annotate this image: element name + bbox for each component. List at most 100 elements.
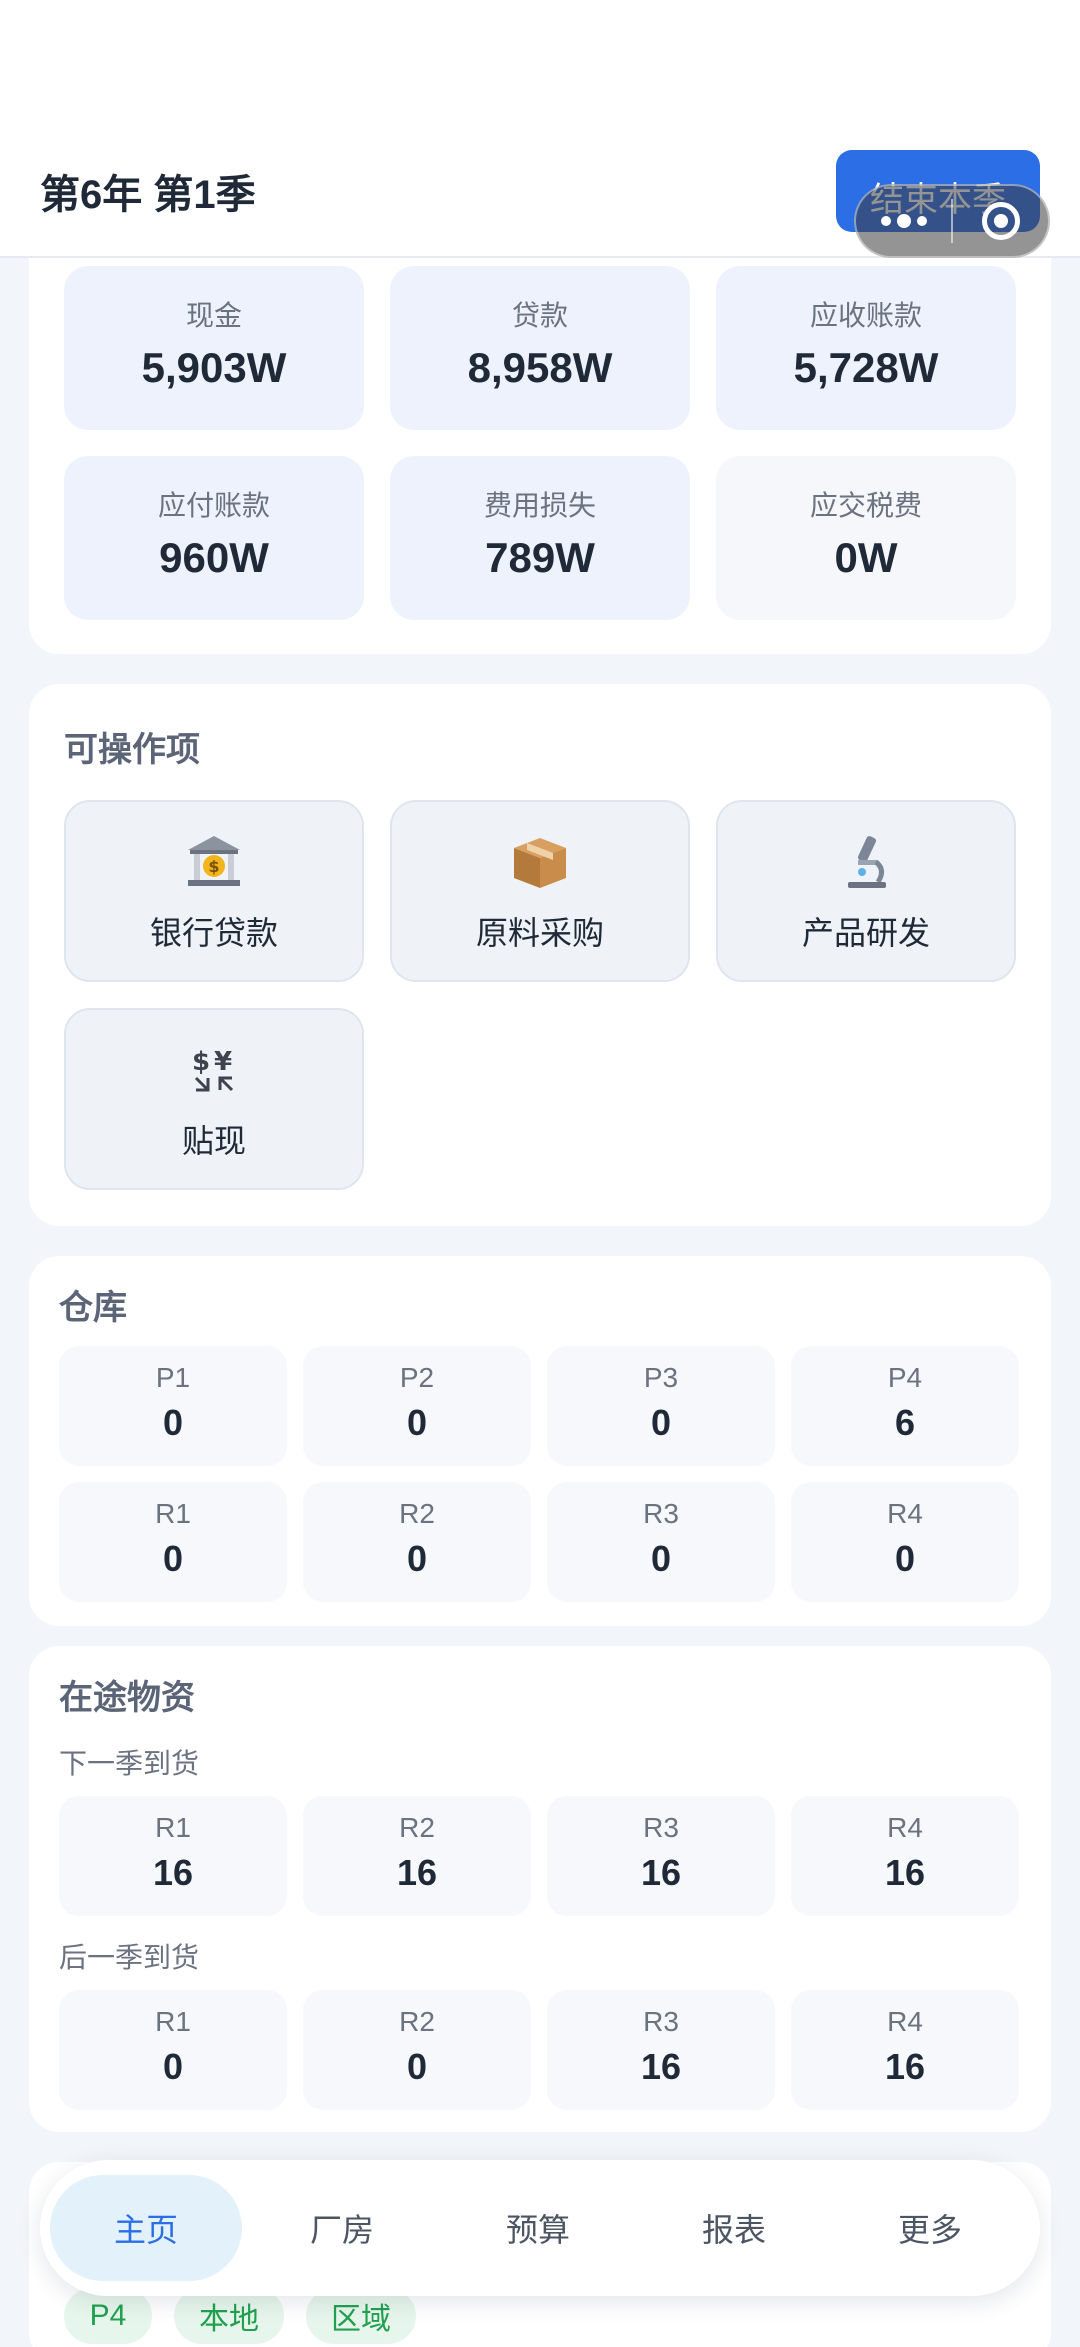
cell-value: 16: [640, 1852, 682, 1893]
warehouse-card: 仓库 P1 0 P2 0 P3 0 P4 6 R1 0 R2 0 R3 0 R4…: [29, 1256, 1051, 1626]
transit-next-r4: R4 16: [791, 1796, 1019, 1916]
tax-payable-tile: 应交税费 0W: [716, 456, 1016, 620]
expense-loss-tile: 费用损失 789W: [390, 456, 690, 620]
svg-text:$: $: [208, 857, 219, 876]
cell-label: R2: [399, 1812, 435, 1843]
cell-label: R2: [399, 1498, 435, 1529]
after-next-season-label: 后一季到货: [59, 1942, 200, 1973]
cell-label: R3: [643, 1498, 679, 1529]
stock-cell-p1: P1 0: [59, 1346, 287, 1466]
payables-tile: 应付账款 960W: [64, 456, 364, 620]
transit-next-r3: R3 16: [547, 1796, 775, 1916]
svg-text:$: $: [192, 1047, 210, 1077]
tile-label: 费用损失: [483, 490, 596, 521]
cell-value: 16: [152, 1852, 194, 1893]
stock-cell-p4: P4 6: [791, 1346, 1019, 1466]
bottom-tab-bar: 主页 厂房 预算 报表 更多: [40, 2160, 1040, 2296]
cell-label: R4: [887, 1498, 923, 1529]
more-menu-button[interactable]: [856, 186, 951, 256]
stock-cell-p2: P2 0: [303, 1346, 531, 1466]
tile-label: 应收账款: [809, 300, 922, 331]
action-label: 贴现: [181, 1123, 246, 1159]
loan-tile: 贷款 8,958W: [390, 266, 690, 430]
tile-value: 5,903W: [141, 344, 287, 391]
microscope-icon: [718, 832, 1014, 892]
material-purchase-button[interactable]: 原料采购: [390, 800, 690, 982]
cell-value: 0: [894, 1538, 916, 1579]
miniprogram-capsule: [854, 184, 1050, 258]
discount-button[interactable]: $ ¥ 贴现: [64, 1008, 364, 1190]
cell-value: 0: [406, 1402, 428, 1443]
bank-loan-button[interactable]: $ 银行贷款: [64, 800, 364, 982]
cell-label: P2: [399, 1362, 435, 1393]
cell-value: 16: [884, 1852, 926, 1893]
in-transit-title: 在途物资: [59, 1679, 195, 1717]
page-title: 第6年 第1季: [40, 173, 256, 217]
cell-label: P4: [887, 1362, 923, 1393]
transit-after-r1: R1 0: [59, 1990, 287, 2110]
cell-label: R1: [155, 1812, 191, 1843]
tab-budget[interactable]: 预算: [442, 2175, 634, 2281]
cash-tile: 现金 5,903W: [64, 266, 364, 430]
currency-exchange-icon: $ ¥: [66, 1040, 362, 1100]
stock-cell-p3: P3 0: [547, 1346, 775, 1466]
cell-value: 0: [162, 1402, 184, 1443]
transit-after-r4: R4 16: [791, 1990, 1019, 2110]
tile-label: 贷款: [511, 300, 568, 331]
cell-value: 0: [650, 1538, 672, 1579]
cell-label: P3: [643, 1362, 679, 1393]
tab-factory[interactable]: 厂房: [246, 2175, 438, 2281]
cell-label: R3: [643, 1812, 679, 1843]
tab-more[interactable]: 更多: [834, 2175, 1026, 2281]
tile-value: 960W: [159, 534, 269, 581]
tile-label: 应付账款: [157, 490, 270, 521]
stock-cell-r1: R1 0: [59, 1482, 287, 1602]
action-label: 产品研发: [801, 915, 930, 951]
cell-label: R4: [887, 1812, 923, 1843]
tile-label: 现金: [185, 300, 242, 331]
tag-product: P4: [64, 2288, 152, 2344]
cell-value: 0: [650, 1402, 672, 1443]
actions-card: 可操作项 $ 银行贷款 原料采购 产品研发 $ ¥ 贴现: [29, 684, 1051, 1226]
tile-value: 0W: [834, 534, 898, 581]
tab-home[interactable]: 主页: [50, 2175, 242, 2281]
more-dots-icon: [880, 214, 927, 228]
cell-value: 0: [406, 1538, 428, 1579]
stock-cell-r4: R4 0: [791, 1482, 1019, 1602]
receivables-tile: 应收账款 5,728W: [716, 266, 1016, 430]
tag-regional-market: 区域: [306, 2288, 416, 2344]
svg-text:¥: ¥: [214, 1047, 232, 1077]
cell-value: 16: [884, 2046, 926, 2087]
cell-label: R3: [643, 2006, 679, 2037]
close-miniprogram-button[interactable]: [953, 186, 1048, 256]
cell-value: 16: [640, 2046, 682, 2087]
tile-label: 应交税费: [809, 490, 922, 521]
package-icon: [392, 832, 688, 892]
cell-label: R1: [155, 1498, 191, 1529]
bank-icon: $: [66, 832, 362, 892]
next-season-label: 下一季到货: [59, 1748, 200, 1779]
action-label: 银行贷款: [149, 915, 278, 951]
transit-after-r2: R2 0: [303, 1990, 531, 2110]
actions-title: 可操作项: [64, 731, 200, 769]
top-header: 第6年 第1季 结束本季: [0, 0, 1080, 258]
in-transit-card: 在途物资 下一季到货 R1 16 R2 16 R3 16 R4 16 后一季到货…: [29, 1646, 1051, 2132]
target-icon: [981, 202, 1020, 240]
cell-label: R1: [155, 2006, 191, 2037]
cell-label: P1: [155, 1362, 191, 1393]
finance-summary-card: 现金 5,903W 贷款 8,958W 应收账款 5,728W 应付账款 960…: [29, 200, 1051, 654]
stock-cell-r3: R3 0: [547, 1482, 775, 1602]
tile-value: 789W: [485, 534, 595, 581]
transit-after-r3: R3 16: [547, 1990, 775, 2110]
tile-value: 5,728W: [793, 344, 939, 391]
product-rd-button[interactable]: 产品研发: [716, 800, 1016, 982]
tag-local-market: 本地: [174, 2288, 284, 2344]
tab-reports[interactable]: 报表: [638, 2175, 830, 2281]
transit-next-r2: R2 16: [303, 1796, 531, 1916]
cell-value: 0: [162, 2046, 184, 2087]
cell-label: R4: [887, 2006, 923, 2037]
stock-cell-r2: R2 0: [303, 1482, 531, 1602]
warehouse-title: 仓库: [59, 1289, 127, 1327]
cell-value: 0: [406, 2046, 428, 2087]
tile-value: 8,958W: [467, 344, 613, 391]
